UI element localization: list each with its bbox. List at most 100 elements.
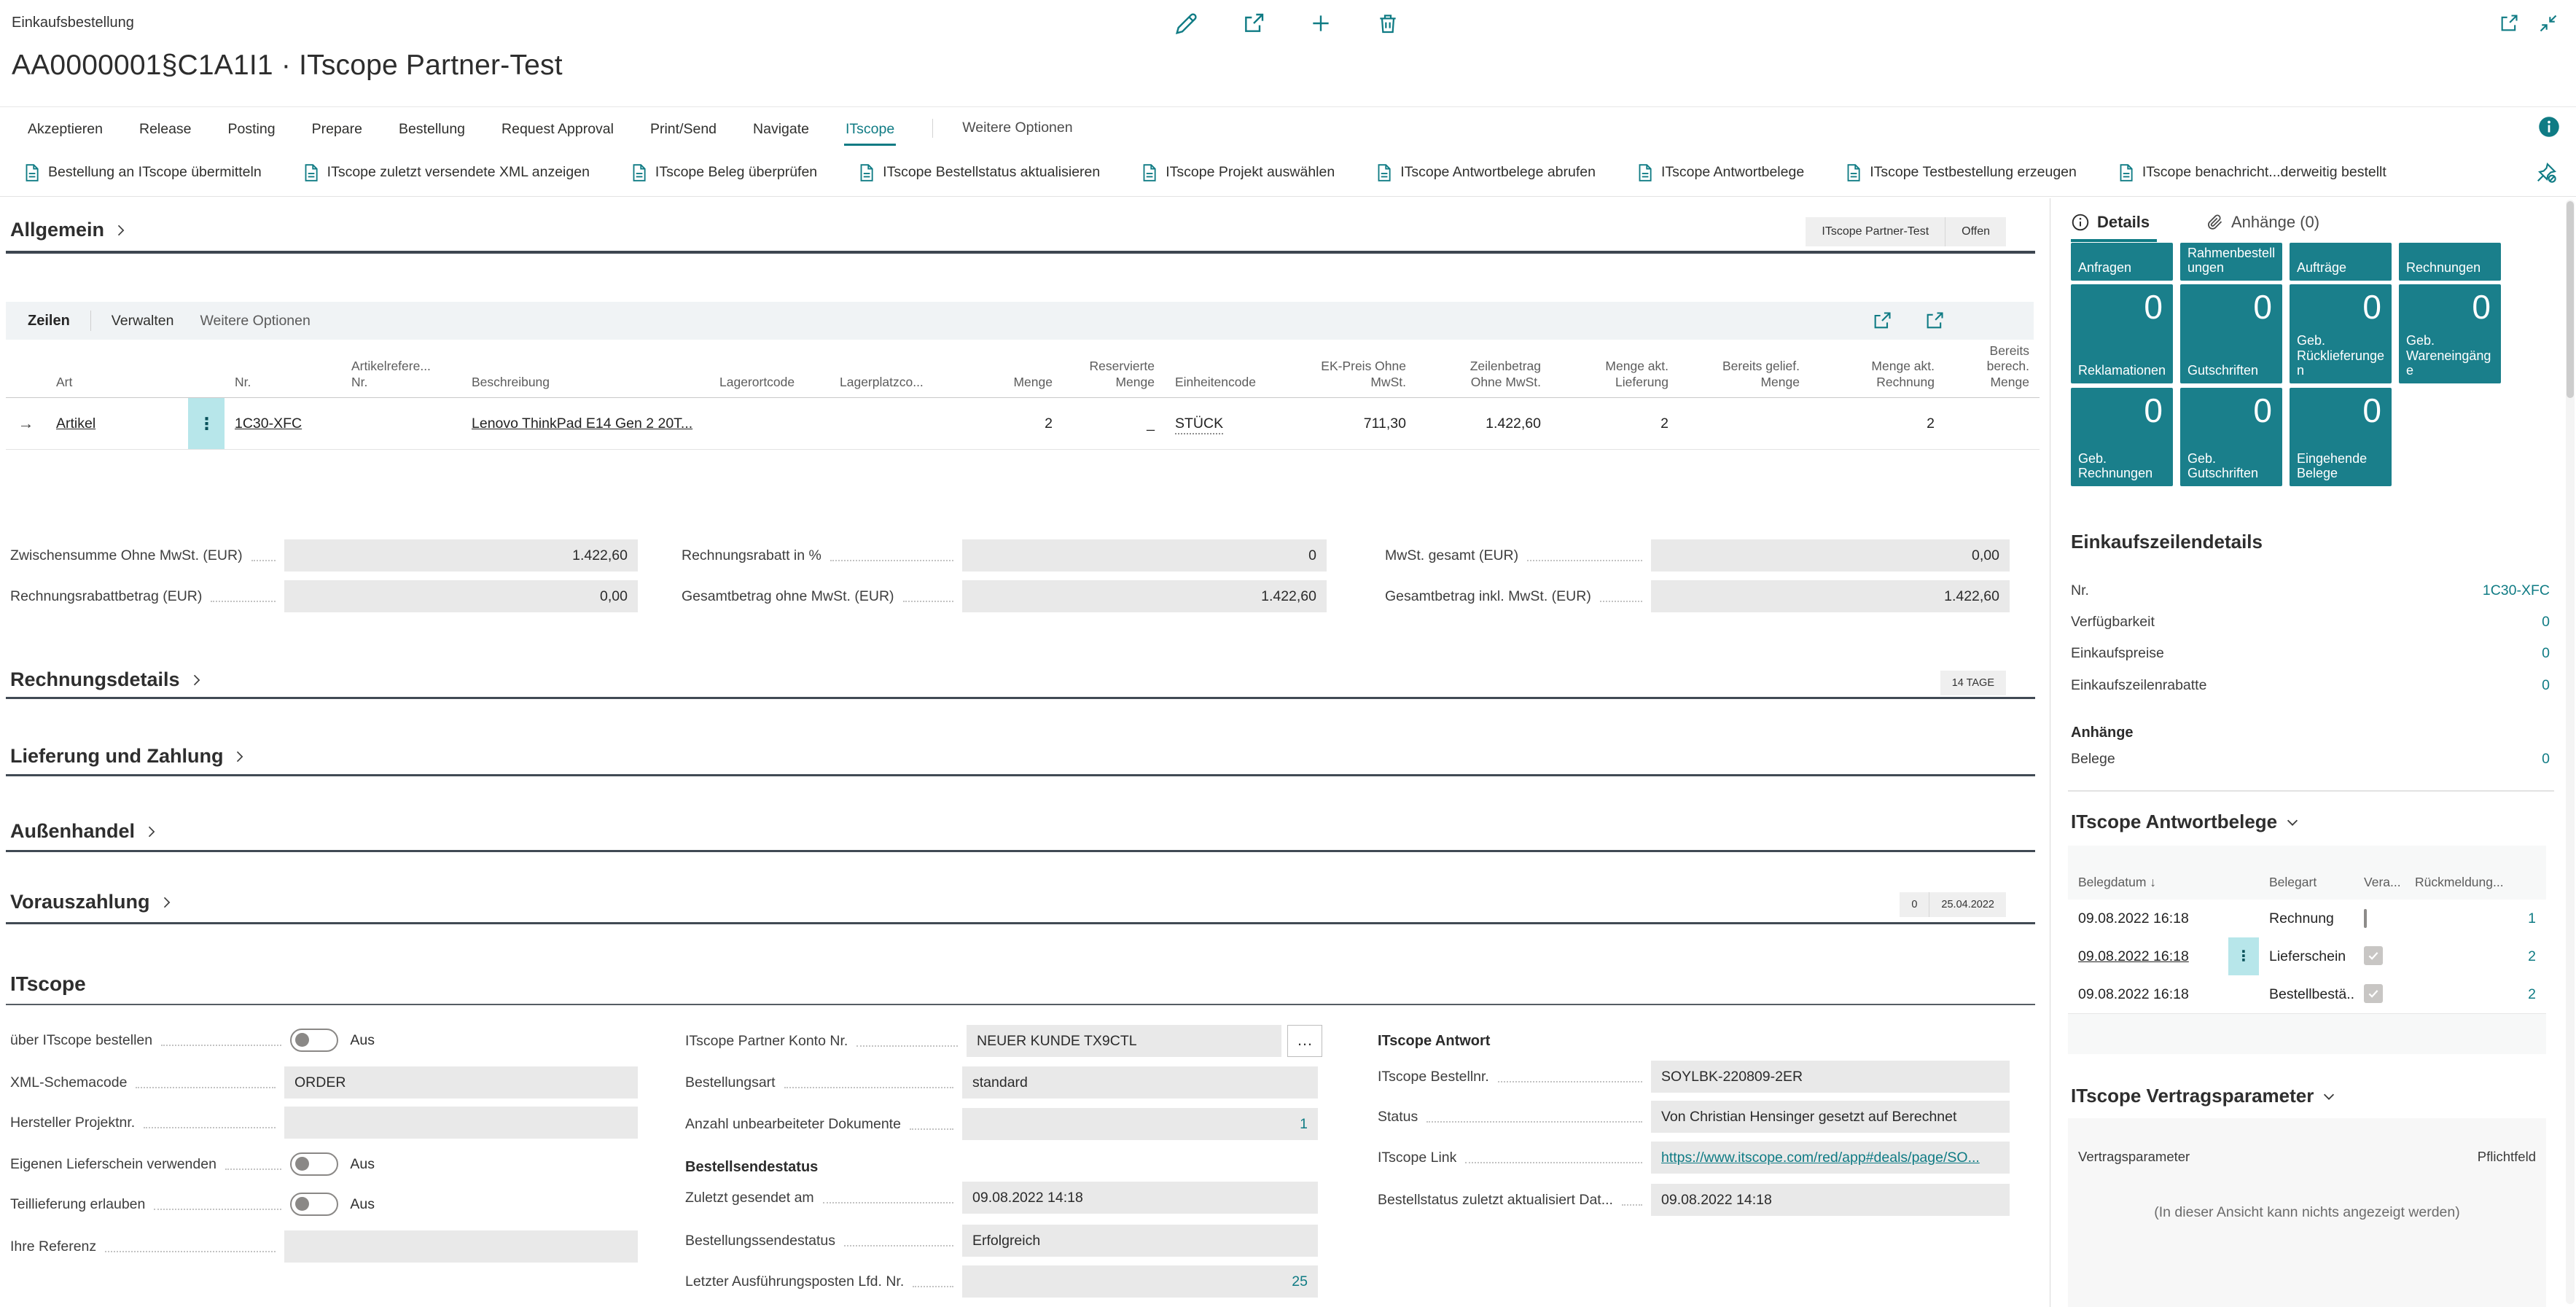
- eigenen-lieferschein-toggle[interactable]: [290, 1152, 338, 1176]
- cell-bereits-geliefert[interactable]: [1679, 398, 1810, 449]
- action-antwortbelege-abrufen[interactable]: ITscope Antwortbelege abrufen: [1374, 163, 1596, 182]
- tab-details[interactable]: Details: [2071, 213, 2150, 232]
- cell-artikelreferenz[interactable]: [341, 398, 461, 449]
- action-projekt-auswaehlen[interactable]: ITscope Projekt auswählen: [1139, 163, 1335, 182]
- einkaufspreise-link[interactable]: 0: [2542, 645, 2550, 662]
- hersteller-projektnr-input[interactable]: [284, 1107, 638, 1139]
- share-icon[interactable]: [1242, 12, 1265, 35]
- edit-icon[interactable]: [1175, 12, 1198, 35]
- cell-bereits-berechnet[interactable]: [1945, 398, 2040, 449]
- share-icon[interactable]: [1872, 311, 1892, 331]
- vorauszahlung-datum-badge[interactable]: 25.04.2022: [1929, 892, 2006, 917]
- tile-rahmenbestellungen[interactable]: Rahmenbestellungen: [2180, 243, 2282, 281]
- tile-gutschriften[interactable]: 0Gutschriften: [2180, 284, 2282, 383]
- gesamtbetrag-inkl-mwst-value[interactable]: 1.422,60: [1651, 580, 2010, 612]
- belege-link[interactable]: 0: [2542, 751, 2550, 768]
- cell-art[interactable]: Artikel: [46, 398, 188, 449]
- fasttab-vorauszahlung[interactable]: Vorauszahlung: [10, 891, 173, 913]
- lines-manage[interactable]: Verwalten: [112, 313, 174, 329]
- ueber-itscope-bestellen-toggle[interactable]: [290, 1029, 338, 1052]
- menu-item-bestellung[interactable]: Bestellung: [397, 111, 467, 146]
- rueckmeldung-count[interactable]: 2: [2405, 975, 2546, 1013]
- open-new-window-icon[interactable]: [2499, 13, 2519, 34]
- vertragsparameter-heading[interactable]: ITscope Vertragsparameter: [2071, 1085, 2337, 1107]
- menu-item-akzeptieren[interactable]: Akzeptieren: [26, 111, 104, 146]
- rueckmeldung-count[interactable]: 2: [2405, 937, 2546, 975]
- tile-rechnungen[interactable]: Rechnungen: [2399, 243, 2501, 281]
- bestellstatus-aktualisiert-value[interactable]: 09.08.2022 14:18: [1651, 1184, 2010, 1216]
- antwortbelege-heading[interactable]: ITscope Antwortbelege: [2071, 811, 2300, 833]
- cell-menge-akt-lieferung[interactable]: 2: [1551, 398, 1679, 449]
- info-badge-icon[interactable]: [2538, 116, 2560, 138]
- menu-item-release[interactable]: Release: [138, 111, 193, 146]
- antwortbelege-row-bestellbestaetigung[interactable]: 09.08.2022 16:18 Bestellbestä... 2: [2068, 975, 2546, 1014]
- action-antwortbelege[interactable]: ITscope Antwortbelege: [1635, 163, 1804, 182]
- action-bestellstatus-aktualisieren[interactable]: ITscope Bestellstatus aktualisieren: [856, 163, 1100, 182]
- fasttab-aussenhandel[interactable]: Außenhandel: [10, 820, 158, 843]
- action-benachrichtigen-anderweitig-bestellt[interactable]: ITscope benachricht...derweitig bestellt: [2116, 163, 2386, 182]
- itscope-bestellnr-value[interactable]: SOYLBK-220809-2ER: [1651, 1061, 2010, 1093]
- fasttab-allgemein[interactable]: Allgemein: [10, 219, 128, 241]
- verarbeitet-checkbox[interactable]: [2364, 946, 2383, 965]
- col-menge[interactable]: Menge: [946, 375, 1063, 397]
- action-beleg-ueberpruefen[interactable]: ITscope Beleg überprüfen: [629, 163, 817, 182]
- col-menge-akt-lieferung[interactable]: Menge akt. Lieferung: [1551, 359, 1679, 397]
- col-lagerortcode[interactable]: Lagerortcode: [709, 375, 830, 397]
- pin-off-icon[interactable]: [2535, 162, 2557, 184]
- anzahl-dokumente-value[interactable]: 1: [962, 1108, 1318, 1140]
- col-belegdatum[interactable]: Belegdatum ↓: [2068, 867, 2228, 900]
- fasttab-lieferung-zahlung[interactable]: Lieferung und Zahlung: [10, 745, 246, 768]
- menu-item-posting[interactable]: Posting: [227, 111, 277, 146]
- status-badge[interactable]: Offen: [1945, 217, 2006, 246]
- col-ek-preis[interactable]: EK-Preis Ohne MwSt.: [1311, 359, 1416, 397]
- lines-label[interactable]: Zeilen: [28, 313, 70, 329]
- cell-ek-preis[interactable]: 711,30: [1311, 398, 1416, 449]
- tile-geb-wareneingaenge[interactable]: 0Geb. Wareneingänge: [2399, 284, 2501, 383]
- col-rueckmeldung[interactable]: Rückmeldung...: [2405, 867, 2546, 900]
- tile-geb-ruecklieferungen[interactable]: 0Geb. Rücklieferungen: [2290, 284, 2392, 383]
- menu-item-request-approval[interactable]: Request Approval: [500, 111, 615, 146]
- itscope-link-value[interactable]: https://www.itscope.com/red/app#deals/pa…: [1651, 1142, 2010, 1174]
- tile-anfragen[interactable]: Anfragen: [2071, 243, 2173, 281]
- tile-eingehende-belege[interactable]: 0Eingehende Belege: [2290, 388, 2392, 486]
- antwortbelege-row-rechnung[interactable]: 09.08.2022 16:18 Rechnung 1: [2068, 900, 2546, 938]
- menu-more-options[interactable]: Weitere Optionen: [962, 120, 1072, 136]
- col-verarbeitet[interactable]: Vera...: [2354, 867, 2405, 900]
- fasttab-itscope[interactable]: ITscope: [10, 972, 86, 996]
- col-lagerplatzcode[interactable]: Lagerplatzco...: [830, 375, 946, 397]
- cell-menge-akt-rechnung[interactable]: 2: [1810, 398, 1945, 449]
- zwischensumme-value[interactable]: 1.422,60: [284, 539, 638, 571]
- col-einheitencode[interactable]: Einheitencode: [1165, 375, 1311, 397]
- fasttab-rechnungsdetails[interactable]: Rechnungsdetails: [10, 668, 203, 691]
- col-art[interactable]: Art: [46, 375, 188, 397]
- collapse-icon[interactable]: [2538, 13, 2559, 34]
- col-bereits-berechnet[interactable]: Bereits berech. Menge: [1945, 343, 2040, 397]
- menu-item-print-send[interactable]: Print/Send: [649, 111, 718, 146]
- col-menge-akt-rechnung[interactable]: Menge akt. Rechnung: [1810, 359, 1945, 397]
- tile-geb-rechnungen[interactable]: 0Geb. Rechnungen: [2071, 388, 2173, 486]
- ihre-referenz-input[interactable]: [284, 1230, 638, 1263]
- cell-reservierte-menge[interactable]: _: [1063, 398, 1165, 449]
- delete-icon[interactable]: [1376, 12, 1400, 35]
- col-artikelreferenz[interactable]: Artikelrefere... Nr.: [341, 359, 461, 397]
- gesamtbetrag-ohne-mwst-value[interactable]: 1.422,60: [962, 580, 1327, 612]
- vendor-badge[interactable]: ITscope Partner-Test: [1806, 217, 1945, 246]
- partner-konto-lookup-button[interactable]: …: [1287, 1025, 1322, 1057]
- bestellungsart-input[interactable]: standard: [962, 1066, 1318, 1099]
- cell-menge[interactable]: 2: [946, 398, 1063, 449]
- row-menu-icon[interactable]: ⋮: [2228, 937, 2259, 975]
- verarbeitet-checkbox[interactable]: [2364, 909, 2367, 928]
- col-beschreibung[interactable]: Beschreibung: [461, 375, 709, 397]
- col-bereits-geliefert[interactable]: Bereits gelief. Menge: [1679, 359, 1810, 397]
- zahlungsbedingung-badge[interactable]: 14 TAGE: [1940, 671, 2006, 695]
- lines-more-options[interactable]: Weitere Optionen: [200, 313, 310, 329]
- tile-reklamationen[interactable]: 0Reklamationen: [2071, 284, 2173, 383]
- menu-item-itscope[interactable]: ITscope: [844, 111, 896, 146]
- zuletzt-gesendet-value[interactable]: 09.08.2022 14:18: [962, 1182, 1318, 1214]
- nr-link[interactable]: 1C30-XFC: [2483, 582, 2550, 599]
- mwst-gesamt-value[interactable]: 0,00: [1651, 539, 2010, 571]
- teillieferung-erlauben-toggle[interactable]: [290, 1193, 338, 1216]
- rechnungsrabattbetrag-value[interactable]: 0,00: [284, 580, 638, 612]
- open-new-window-icon[interactable]: [1924, 311, 1945, 331]
- cell-beschreibung[interactable]: Lenovo ThinkPad E14 Gen 2 20T...: [461, 398, 709, 449]
